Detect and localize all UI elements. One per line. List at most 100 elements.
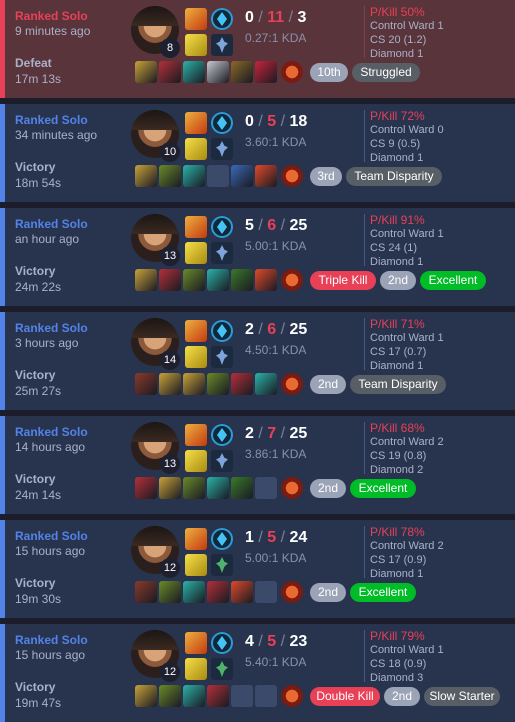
item-icon[interactable] [183,581,205,603]
average-rank: Diamond 1 [370,360,424,372]
deaths-count: 7 [267,425,277,442]
item-icon[interactable] [159,685,181,707]
match-card[interactable]: Ranked Solo 15 hours ago Victory 19m 47s 12 4… [0,624,515,722]
match-card[interactable]: Ranked Solo an hour ago Victory 24m 22s 13 5 … [0,208,515,306]
match-card[interactable]: Ranked Solo 14 hours ago Victory 24m 14s 13 2… [0,416,515,514]
summoner-spell-exhaust-icon[interactable] [185,138,207,160]
item-icon[interactable] [159,477,181,499]
trinket-ward-icon[interactable] [281,477,303,499]
summoner-spell-flash-icon[interactable] [185,8,207,30]
item-icon[interactable] [159,373,181,395]
kda-ratio: 5.00:1 KDA [245,239,307,253]
queue-type: Ranked Solo [15,113,88,127]
item-icon[interactable] [231,581,253,603]
match-stats: P/Kill 91% Control Ward 1 CS 24 (1) Diamond… [370,213,444,269]
kills-count: 0 [245,113,254,130]
summoner-spell-exhaust-icon[interactable] [185,450,207,472]
summoner-spell-flash-icon[interactable] [185,528,207,550]
item-icon[interactable] [183,373,205,395]
item-icon[interactable] [207,685,229,707]
kda-separator: / [276,633,290,650]
summoner-spell-flash-icon[interactable] [185,424,207,446]
item-icon[interactable] [135,685,157,707]
badge-excellent: Excellent [420,271,486,290]
badge-team-disparity: Team Disparity [350,375,446,394]
item-icon[interactable] [207,477,229,499]
trinket-ward-icon[interactable] [281,165,303,187]
keystone-rune-icon[interactable] [211,112,233,134]
item-icon[interactable] [207,373,229,395]
keystone-rune-icon[interactable] [211,632,233,654]
item-icon[interactable] [135,61,157,83]
trinket-ward-icon[interactable] [281,373,303,395]
summoner-spell-flash-icon[interactable] [185,632,207,654]
kda-separator: / [253,217,268,234]
keystone-rune-icon[interactable] [211,528,233,550]
item-icon[interactable] [159,269,181,291]
item-icon[interactable] [207,61,229,83]
summoner-spell-flash-icon[interactable] [185,112,207,134]
secondary-rune-icon[interactable] [211,138,233,160]
item-icon[interactable] [231,477,253,499]
item-icon[interactable] [255,373,277,395]
kda-separator: / [253,425,268,442]
item-icon[interactable] [183,269,205,291]
summoner-spell-flash-icon[interactable] [185,320,207,342]
secondary-rune-icon[interactable] [211,658,233,680]
secondary-rune-icon[interactable] [211,450,233,472]
creep-score: CS 20 (1.2) [370,34,427,46]
summoner-spell-exhaust-icon[interactable] [185,34,207,56]
item-icon[interactable] [255,269,277,291]
item-icon[interactable] [255,165,277,187]
match-card[interactable]: Ranked Solo 15 hours ago Victory 19m 30s 12 1… [0,520,515,618]
item-icon[interactable] [183,165,205,187]
trinket-ward-icon[interactable] [281,61,303,83]
summoner-spell-flash-icon[interactable] [185,216,207,238]
match-card[interactable]: Ranked Solo 3 hours ago Victory 25m 27s 14 2 … [0,312,515,410]
trinket-ward-icon[interactable] [281,581,303,603]
match-stats: P/Kill 50% Control Ward 1 CS 20 (1.2) Diamo… [370,5,444,61]
trinket-ward-icon[interactable] [281,685,303,707]
item-icon[interactable] [159,61,181,83]
item-icon[interactable] [231,61,253,83]
item-icon[interactable] [183,685,205,707]
item-icon[interactable] [135,581,157,603]
summoner-spell-exhaust-icon[interactable] [185,346,207,368]
item-icon[interactable] [159,581,181,603]
trinket-ward-icon[interactable] [281,269,303,291]
match-card[interactable]: Ranked Solo 9 minutes ago Defeat 17m 13s 8 0 … [0,0,515,98]
summoner-spell-exhaust-icon[interactable] [185,658,207,680]
item-icon[interactable] [183,61,205,83]
item-icon[interactable] [183,477,205,499]
item-icon[interactable] [135,269,157,291]
match-stats: P/Kill 79% Control Ward 1 CS 18 (0.9) Diamo… [370,629,444,685]
summoner-spell-exhaust-icon[interactable] [185,242,207,264]
item-icon[interactable] [135,477,157,499]
secondary-rune-icon[interactable] [211,34,233,56]
item-icon[interactable] [231,165,253,187]
item-icon[interactable] [135,373,157,395]
kda-ratio: 5.40:1 KDA [245,655,307,669]
keystone-rune-icon[interactable] [211,216,233,238]
keystone-rune-icon[interactable] [211,8,233,30]
summoner-spell-exhaust-icon[interactable] [185,554,207,576]
champion-level-badge: 14 [160,350,180,370]
match-card[interactable]: Ranked Solo 34 minutes ago Victory 18m 54s 1… [0,104,515,202]
time-ago: 9 minutes ago [15,24,91,38]
badge-team-disparity: Team Disparity [346,167,442,186]
item-icon[interactable] [231,269,253,291]
secondary-rune-icon[interactable] [211,346,233,368]
item-icon[interactable] [159,165,181,187]
keystone-rune-icon[interactable] [211,424,233,446]
item-icon[interactable] [135,165,157,187]
assists-count: 25 [289,425,308,442]
secondary-rune-icon[interactable] [211,242,233,264]
keystone-rune-icon[interactable] [211,320,233,342]
empty-item-slot [231,685,253,707]
item-icon[interactable] [207,269,229,291]
match-duration: 19m 47s [15,696,62,710]
item-icon[interactable] [231,373,253,395]
item-icon[interactable] [207,581,229,603]
item-icon[interactable] [255,61,277,83]
secondary-rune-icon[interactable] [211,554,233,576]
